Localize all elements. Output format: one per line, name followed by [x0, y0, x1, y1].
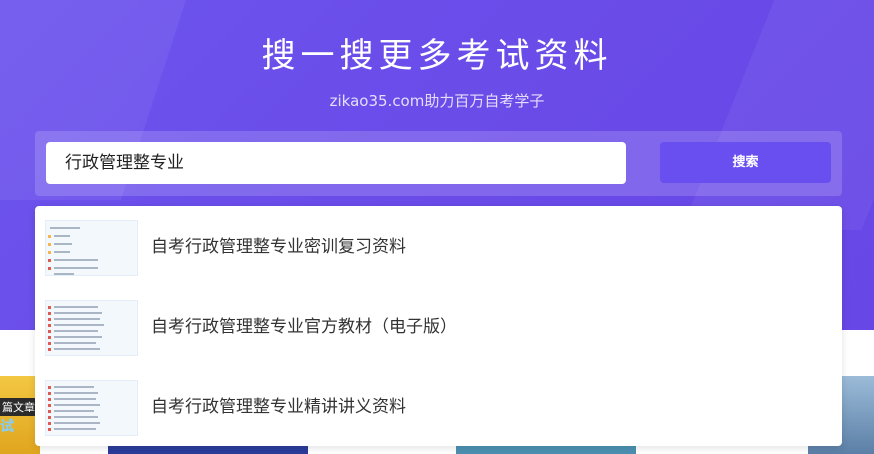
suggestion-item[interactable]: 自考行政管理整专业密训复习资料 [35, 206, 842, 286]
suggestion-label: 自考行政管理整专业密训复习资料 [151, 237, 406, 257]
suggestion-item[interactable]: 自考行政管理整专业精讲讲义资料 [35, 366, 842, 446]
page-subtitle: zikao35.com助力百万自考学子 [329, 92, 545, 110]
thumbnail-caption: 篇文章 [0, 398, 37, 416]
article-thumbnail[interactable]: 篇文章 试 [0, 376, 40, 454]
search-input[interactable]: 行政管理整专业 [46, 142, 626, 184]
thumbnail-caption: 试 [0, 419, 14, 435]
suggestion-label: 自考行政管理整专业官方教材（电子版） [151, 317, 457, 337]
suggestion-item[interactable]: 自考行政管理整专业官方教材（电子版） [35, 286, 842, 366]
file-list-thumbnail-icon [45, 300, 138, 356]
document-thumbnail-icon [45, 220, 138, 276]
search-suggestions-dropdown: 自考行政管理整专业密训复习资料 自考行政管理整专业官方教材（电子版） 自考行政管… [35, 206, 842, 446]
suggestion-label: 自考行政管理整专业精讲讲义资料 [151, 397, 406, 417]
search-panel: 行政管理整专业 搜索 [35, 131, 842, 196]
page-title: 搜一搜更多考试资料 [261, 36, 613, 76]
file-list-thumbnail-icon [45, 380, 138, 436]
search-button[interactable]: 搜索 [660, 142, 831, 183]
